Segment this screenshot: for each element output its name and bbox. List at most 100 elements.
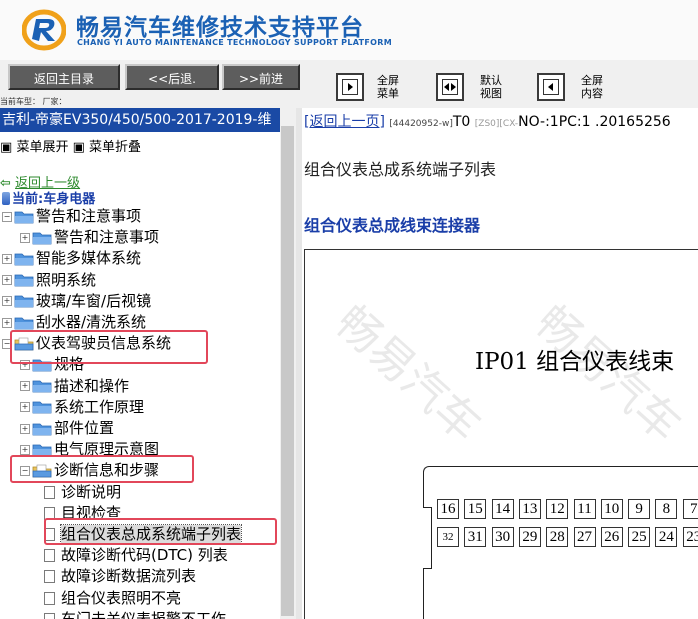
folder-icon — [32, 444, 52, 457]
content-panel: [返回上一页] [44420952-w]T0 [ZS0][CX-NO-:1PC:… — [302, 108, 698, 619]
document-number: NO-:1PC:1 .20165256 — [518, 114, 671, 130]
tree-folder-item[interactable]: + 规格 — [20, 354, 84, 375]
tree-folder-item[interactable]: + 部件位置 — [20, 418, 114, 439]
expand-toggle-icon[interactable]: + — [2, 253, 12, 264]
tree-item-label[interactable]: 故障诊断数据流列表 — [61, 567, 196, 585]
document-code: [44420952-w] — [389, 119, 453, 129]
open-folder-icon — [14, 337, 34, 351]
tree-item-label[interactable]: 玻璃/车窗/后视镜 — [36, 292, 151, 310]
collapse-toggle-icon[interactable]: − — [2, 338, 12, 349]
tree-item-label[interactable]: 组合仪表照明不亮 — [61, 589, 181, 607]
tree-document-item[interactable]: 故障诊断数据流列表 — [44, 566, 196, 587]
arrow-left-icon — [444, 83, 449, 91]
tree-item-label[interactable]: 组合仪表总成系统端子列表 — [59, 524, 243, 544]
tree-item-label[interactable]: 刮水器/清洗系统 — [36, 313, 146, 331]
collapse-toggle-icon[interactable]: − — [2, 211, 12, 222]
back-main-menu-button[interactable]: 返回主目录 — [8, 64, 120, 90]
tree-folder-item[interactable]: + 描述和操作 — [20, 376, 129, 397]
tree-folder-item[interactable]: − 仪表驾驶员信息系统 — [2, 333, 171, 354]
folder-icon — [14, 253, 34, 266]
tree-folder-item[interactable]: + 照明系统 — [2, 270, 96, 291]
tree-item-label[interactable]: 规格 — [54, 355, 84, 373]
tree-folder-item[interactable]: + 警告和注意事项 — [20, 227, 159, 248]
full-content-label-line2: 内容 — [581, 87, 603, 100]
tree-item-label[interactable]: 故障诊断代码(DTC) 列表 — [61, 546, 228, 564]
tree-folder-item[interactable]: − 警告和注意事项 — [2, 206, 141, 227]
connector-pin: 11 — [573, 499, 596, 519]
connector-pin: 12 — [546, 499, 569, 519]
tree-item-label[interactable]: 诊断说明 — [61, 483, 121, 501]
tree-document-item[interactable]: 车门未关仪表报警不工作 — [44, 609, 226, 619]
full-content-view-label[interactable]: 全屏 内容 — [581, 74, 603, 100]
arrow-left-icon — [548, 83, 553, 91]
tree-folder-item[interactable]: + 刮水器/清洗系统 — [2, 312, 146, 333]
tree-item-label[interactable]: 智能多媒体系统 — [36, 249, 141, 267]
forward-button[interactable]: >>前进 — [222, 64, 300, 90]
document-title: 组合仪表总成系统端子列表 — [304, 160, 497, 179]
menu-expand-button[interactable]: 菜单展开 — [16, 140, 68, 155]
expand-toggle-icon[interactable]: + — [20, 359, 30, 370]
tree-item-label[interactable]: 警告和注意事项 — [36, 207, 141, 225]
connector-pin: 16 — [437, 499, 459, 519]
tree-item-label[interactable]: 车门未关仪表报警不工作 — [61, 610, 226, 619]
connector-pin: 24 — [655, 527, 678, 547]
section-title: 组合仪表总成线束连接器 — [304, 216, 481, 235]
default-view-label-line2: 视图 — [480, 87, 502, 100]
current-model-bar: 吉利-帝豪EV350/450/500-2017-2019-维 — [0, 108, 282, 132]
expand-toggle-icon[interactable]: + — [20, 381, 30, 392]
app-header: 畅易汽车维修技术支持平台 CHANG YI AUTO MAINTENANCE T… — [0, 0, 698, 61]
full-menu-view-label[interactable]: 全屏 菜单 — [377, 74, 399, 100]
tree-item-label[interactable]: 警告和注意事项 — [54, 228, 159, 246]
tree-item-label[interactable]: 系统工作原理 — [54, 398, 144, 416]
tree-folder-item[interactable]: + 玻璃/车窗/后视镜 — [2, 291, 151, 312]
expand-toggle-icon[interactable]: + — [20, 423, 30, 434]
folder-icon — [14, 211, 34, 223]
tree-item-label[interactable]: 目视检查 — [61, 504, 121, 522]
menu-collapse-button[interactable]: 菜单折叠 — [89, 140, 141, 155]
expand-toggle-icon[interactable]: + — [2, 317, 12, 328]
default-view-button[interactable] — [436, 73, 464, 101]
tree-document-item[interactable]: 组合仪表照明不亮 — [44, 588, 181, 609]
back-page-link[interactable]: [返回上一页] — [304, 114, 385, 130]
connector-pin: 28 — [546, 527, 569, 547]
expand-toggle-icon[interactable]: + — [20, 444, 30, 455]
tree-scrollbar-thumb[interactable] — [281, 126, 294, 616]
connector-pin: 31 — [464, 527, 487, 547]
platform-title: 畅易汽车维修技术支持平台 — [76, 15, 364, 41]
expand-toggle-icon[interactable]: + — [20, 402, 30, 413]
expand-toggle-icon[interactable]: + — [2, 296, 12, 307]
expand-toggle-icon[interactable]: + — [2, 275, 12, 286]
default-view-label[interactable]: 默认 视图 — [480, 74, 502, 100]
tree-item-label[interactable]: 描述和操作 — [54, 377, 129, 395]
tree-folder-item[interactable]: + 系统工作原理 — [20, 397, 144, 418]
document-icon — [44, 612, 55, 619]
connector-pin: 9 — [628, 499, 651, 519]
tree-folder-item[interactable]: + 智能多媒体系统 — [2, 248, 141, 269]
tree-folder-item[interactable]: − 诊断信息和步骤 — [20, 460, 159, 481]
full-menu-view-button[interactable] — [336, 73, 364, 101]
collapse-toggle-icon[interactable]: − — [20, 465, 30, 476]
connector-pin: 29 — [518, 527, 541, 547]
document-icon — [44, 570, 55, 584]
tree-document-item[interactable]: 故障诊断代码(DTC) 列表 — [44, 545, 228, 566]
tree-folder-item[interactable]: + 电气原理示意图 — [20, 439, 159, 460]
expand-toggle-icon[interactable]: + — [20, 232, 30, 243]
category-icon — [2, 192, 10, 205]
document-icon — [44, 506, 55, 520]
tree-item-label[interactable]: 诊断信息和步骤 — [54, 461, 159, 479]
document-zs: [ZS0][CX- — [474, 119, 519, 129]
tree-document-item[interactable]: 目视检查 — [44, 503, 121, 524]
tree-item-label[interactable]: 部件位置 — [54, 419, 114, 437]
menu-controls: ▣ 菜单展开 ▣ 菜单折叠 — [0, 136, 141, 155]
tree-document-item[interactable]: 诊断说明 — [44, 482, 121, 503]
tree-item-label[interactable]: 电气原理示意图 — [54, 440, 159, 458]
document-icon — [44, 549, 55, 563]
menu-expand-icon: ▣ — [0, 140, 13, 155]
tree-document-item[interactable]: 组合仪表总成系统端子列表 — [44, 524, 243, 545]
folder-icon — [32, 359, 52, 372]
tree-item-label[interactable]: 仪表驾驶员信息系统 — [36, 334, 171, 352]
tree-item-label[interactable]: 照明系统 — [36, 271, 96, 289]
toolbar: 返回主目录 <<后退. >>前进 全屏 菜单 默认 视图 全屏 内容 — [0, 60, 698, 110]
full-content-view-button[interactable] — [537, 73, 565, 101]
back-button[interactable]: <<后退. — [125, 64, 219, 90]
